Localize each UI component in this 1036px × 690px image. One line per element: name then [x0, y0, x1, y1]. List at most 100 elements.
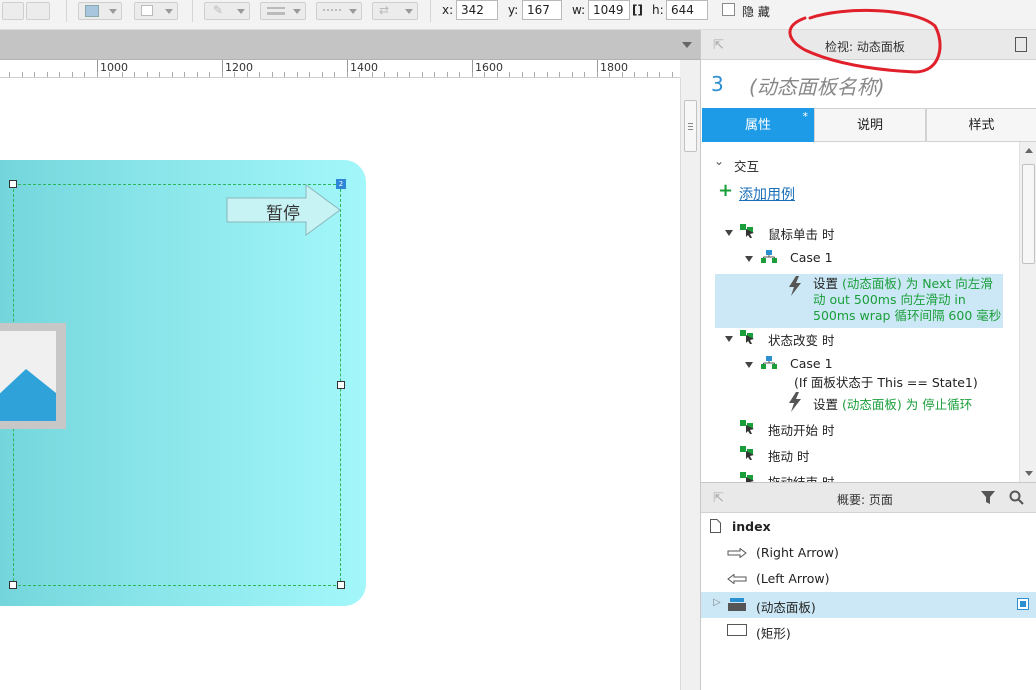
ruler-minor-tick [97, 72, 98, 77]
action-prefix: 设置 [813, 276, 839, 291]
ruler-minor-tick [622, 72, 623, 77]
line-style-button[interactable] [316, 2, 362, 20]
collapse-triangle-icon[interactable] [725, 230, 733, 236]
ruler-minor-tick [634, 72, 635, 77]
rectangle-icon [727, 624, 747, 636]
arrow-style-button[interactable]: ⇄ [372, 2, 418, 20]
action-bolt-icon [789, 392, 801, 412]
event-mouse-click[interactable]: 鼠标单击 时 [768, 224, 1008, 243]
action-set-panel-next[interactable]: 设置 (动态面板) 为 Next 向左滑 动 out 500ms 向左滑动 in… [813, 276, 1009, 324]
case-icon [761, 250, 777, 263]
ruler-minor-tick [559, 72, 560, 77]
horizontal-ruler: 1000 1200 1400 1600 1800 [0, 60, 680, 78]
collapse-triangle-icon[interactable] [745, 256, 753, 262]
ruler-minor-tick [422, 72, 423, 77]
document-icon[interactable] [1015, 37, 1027, 52]
ruler-minor-tick [409, 72, 410, 77]
outline-item-dynamic-panel[interactable]: ▷ (动态面板) [701, 592, 1036, 618]
align-justify-button[interactable] [26, 2, 50, 20]
design-canvas[interactable]: 2 暂停 [0, 78, 680, 690]
toolbar-divider [66, 0, 67, 22]
toolbar-divider [192, 0, 193, 22]
case-1[interactable]: Case 1 [790, 250, 990, 265]
align-left-button[interactable] [2, 2, 24, 20]
ruler-label: 1600 [475, 61, 503, 74]
collapse-triangle-icon[interactable] [745, 362, 753, 368]
scrollbar-thumb[interactable] [1022, 164, 1035, 264]
y-input[interactable]: 167 [522, 0, 562, 20]
pin-icon[interactable]: ⇱ [713, 38, 724, 53]
ruler-minor-tick [347, 72, 348, 77]
tab-notes-label: 说明 [856, 118, 883, 133]
ruler-minor-tick [272, 72, 273, 77]
scroll-down-icon[interactable] [1025, 471, 1033, 476]
resize-handle[interactable] [9, 581, 17, 589]
y-value: 167 [527, 3, 550, 17]
collapse-triangle-icon[interactable] [725, 336, 733, 342]
canvas-scrollbar[interactable] [680, 78, 700, 690]
ruler-minor-tick [22, 72, 23, 77]
lock-ratio-icon[interactable]: [] [632, 3, 643, 17]
resize-handle[interactable] [337, 581, 345, 589]
left-arrow-icon [727, 574, 747, 584]
event-drag-end[interactable]: 拖动结束 时 [768, 472, 1008, 482]
pin-icon[interactable]: ⇱ [713, 491, 724, 506]
outline-item-left-arrow[interactable]: (Left Arrow) [701, 566, 1036, 592]
ruler-minor-tick [297, 72, 298, 77]
hide-checkbox[interactable] [722, 3, 735, 16]
ruler-minor-tick [584, 72, 585, 77]
event-cursor-icon [740, 330, 754, 344]
line-color-button[interactable]: ✎ [204, 2, 250, 20]
ruler-minor-tick [497, 72, 498, 77]
ruler-minor-tick [147, 72, 148, 77]
outline-item-rectangle[interactable]: (矩形) [701, 618, 1036, 644]
tab-dropdown-icon[interactable] [682, 42, 692, 48]
ruler-minor-tick [459, 72, 460, 77]
selection-indicator-icon[interactable] [1017, 598, 1029, 610]
add-case-link[interactable]: 添加用例 [739, 184, 795, 204]
resize-handle[interactable] [337, 381, 345, 389]
action-stop-loop[interactable]: 设置 (动态面板) 为 停止循环 [813, 394, 1013, 413]
x-value: 342 [461, 3, 484, 17]
line-width-button[interactable] [260, 2, 306, 20]
ruler-minor-tick [434, 72, 435, 77]
tab-notes[interactable]: 说明 [814, 108, 926, 142]
ruler-minor-tick [384, 72, 385, 77]
w-input[interactable]: 1049 [588, 0, 630, 20]
widget-name-input[interactable]: (动态面板名称) [749, 71, 885, 100]
outline-item-label: (矩形) [756, 626, 791, 641]
inspector-scrollbar[interactable] [1019, 142, 1036, 482]
shadow-button[interactable] [134, 2, 178, 20]
widget-name-row: 3 (动态面板名称) [701, 60, 1036, 108]
outline-item-right-arrow[interactable]: (Right Arrow) [701, 540, 1036, 566]
plus-icon[interactable]: + [718, 182, 733, 200]
h-value: 644 [671, 3, 694, 17]
search-icon[interactable] [1009, 490, 1024, 505]
ruler-minor-tick [247, 72, 248, 77]
widget-number: 3 [711, 72, 724, 96]
ruler-minor-tick [597, 72, 598, 77]
fill-color-button[interactable] [78, 2, 122, 20]
scroll-up-icon[interactable] [1025, 148, 1033, 153]
ruler-minor-tick [359, 72, 360, 77]
ruler-minor-tick [659, 72, 660, 77]
scrollbar-thumb[interactable] [684, 100, 697, 152]
outline-page-index[interactable]: index [701, 514, 1036, 540]
case-1[interactable]: Case 1 [790, 356, 990, 371]
event-cursor-icon [740, 224, 754, 238]
tab-style[interactable]: 样式 [926, 108, 1036, 142]
x-input[interactable]: 342 [456, 0, 498, 20]
tab-properties[interactable]: 属性 * [702, 108, 814, 142]
filter-icon[interactable] [981, 491, 997, 505]
event-state-change[interactable]: 状态改变 时 [768, 330, 1008, 349]
ruler-minor-tick [647, 72, 648, 77]
pause-label: 暂停 [266, 204, 300, 224]
event-drag[interactable]: 拖动 时 [768, 446, 1008, 465]
case-condition: (If 面板状态于 This == State1) [794, 375, 978, 390]
resize-handle[interactable] [9, 180, 17, 188]
expand-triangle-icon[interactable]: ▷ [713, 597, 721, 608]
action-bolt-icon [789, 276, 801, 296]
event-drag-start[interactable]: 拖动开始 时 [768, 420, 1008, 439]
toolbar: ✎ ⇄ x: 342 y: 167 w: 1049 [] h: 644 隐 藏 [0, 0, 1036, 30]
h-input[interactable]: 644 [666, 0, 708, 20]
